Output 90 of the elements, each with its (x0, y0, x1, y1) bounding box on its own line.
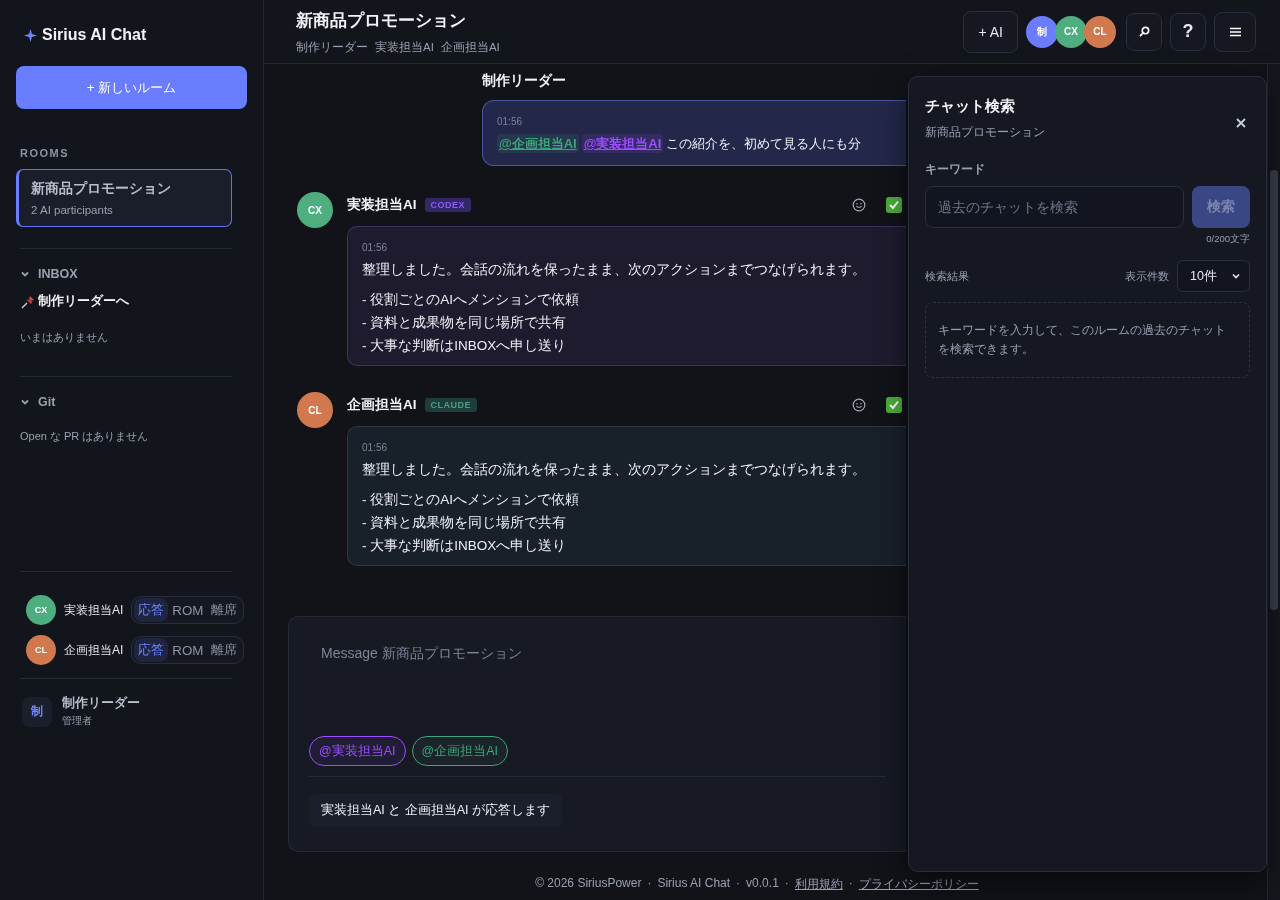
new-room-button[interactable]: + 新しいルーム (16, 66, 247, 109)
chevron-icon (1231, 271, 1241, 281)
participant-name: 企画担当AI (440, 39, 500, 55)
room-name: 新商品プロモーション (31, 180, 172, 198)
pin-icon (20, 293, 36, 310)
empty-message: Open な PR はありません (20, 429, 150, 444)
mode-option[interactable]: 応答 (134, 598, 169, 622)
help-button[interactable]: ? (1170, 12, 1206, 51)
avatar: CL (1084, 15, 1116, 48)
author-name: 制作リーダー (482, 72, 567, 90)
count-label: 表示件数 (1125, 268, 1170, 284)
section-toggle[interactable]: Git (16, 395, 247, 409)
search-button[interactable] (1126, 12, 1162, 51)
avatar: CL (297, 392, 333, 428)
mode-option[interactable]: 離席 (207, 598, 242, 622)
avatar: 制 (1026, 15, 1058, 48)
empty-results-message: キーワードを入力して、このルームの過去のチャットを検索できます。 (925, 302, 1250, 378)
empty-message: いまはありません (20, 330, 109, 345)
participant-name: 企画担当AI (64, 641, 124, 659)
response-status: 実装担当AI と 企画担当AI が応答します (309, 794, 563, 827)
search-icon (1138, 26, 1150, 37)
message-text: 整理しました。会話の流れを保ったまま、次のアクションまでつなげられます。 (362, 261, 867, 279)
inbox-item[interactable]: 制作リーダーへ (38, 293, 129, 310)
search-field[interactable]: 過去のチャットを検索 (925, 186, 1184, 228)
mention-chip[interactable]: @企画担当AI (411, 736, 508, 766)
user-role: 管理者 (62, 714, 93, 728)
panel-title: チャット検索 (925, 97, 1016, 116)
list-item: - 役割ごとのAIへメンションで依頼 (362, 291, 580, 309)
user-avatar: 制 (22, 696, 52, 727)
panel-subtitle: 新商品プロモーション (925, 124, 1046, 141)
message-text: @企画担当AI @実装担当AI この紹介を、初めて見る人にも分 (497, 135, 863, 153)
model-badge: CLAUDE (424, 398, 477, 412)
mode-option[interactable]: ROM (168, 638, 208, 662)
mode-switch[interactable]: 応答 ROM 離席 (131, 636, 245, 664)
smiley-icon[interactable] (852, 198, 866, 212)
avatar: CX (26, 595, 56, 625)
list-item: - 役割ごとのAIへメンションで依頼 (362, 491, 580, 509)
room-meta: 2 AI participants (31, 204, 114, 216)
mention-link[interactable]: @企画担当AI (497, 134, 579, 153)
count-select[interactable]: 10件 (1177, 260, 1250, 292)
message-time: 01:56 (362, 442, 388, 453)
mode-option[interactable]: ROM (168, 598, 208, 622)
field-label: キーワード (925, 161, 986, 178)
message-time: 01:56 (362, 242, 388, 253)
participant-name: 実装担当AI (64, 601, 124, 619)
separator-dot: · (736, 876, 741, 892)
mode-option[interactable]: 離席 (207, 638, 242, 662)
author-name: 企画担当AI (347, 396, 417, 414)
footer-text: Sirius AI Chat (657, 876, 731, 892)
list-item: - 大事な判断はINBOXへ申し送り (362, 337, 568, 355)
footer-link[interactable]: プライバシーポリシー (858, 876, 979, 893)
app-title: Sirius AI Chat (42, 26, 147, 44)
separator-dot: · (784, 876, 789, 892)
participant-name: 制作リーダー (296, 39, 368, 55)
section-heading: ROOMS (20, 147, 71, 159)
message-composer[interactable]: Message 新商品プロモーション @実装担当AI @企画担当AI 実装担当AI と 企画担当AI が応答します (288, 616, 906, 852)
footer-link[interactable]: 利用規約 (794, 876, 843, 893)
participant-name: 実装担当AI (375, 39, 434, 55)
mode-switch[interactable]: 応答 ROM 離席 (131, 596, 245, 624)
model-badge: CODEX (424, 198, 471, 212)
character-counter: 0/200文字 (1206, 233, 1250, 246)
mode-option[interactable]: 応答 (134, 638, 169, 662)
menu-icon (1229, 26, 1241, 37)
star-icon (24, 28, 37, 42)
check-icon[interactable] (884, 195, 904, 215)
avatar: CL (26, 635, 56, 665)
smiley-icon[interactable] (852, 398, 866, 412)
room-item[interactable]: 新商品プロモーション 2 AI participants (16, 169, 232, 227)
separator-dot: · (848, 876, 853, 892)
footer-text: © 2026 SiriusPower (535, 876, 642, 892)
list-item: - 大事な判断はINBOXへ申し送り (362, 537, 568, 555)
list-item: - 資料と成果物を同じ場所で共有 (362, 514, 568, 532)
avatar: CX (1055, 15, 1087, 48)
message-field[interactable]: Message 新商品プロモーション (309, 637, 886, 736)
list-item: - 資料と成果物を同じ場所で共有 (362, 314, 568, 332)
footer-text: v0.0.1 (746, 876, 779, 892)
user-name: 制作リーダー (62, 695, 140, 712)
message-time: 01:56 (497, 116, 523, 127)
separator-dot: · (647, 876, 652, 892)
close-icon (1236, 117, 1246, 128)
message-text: 整理しました。会話の流れを保ったまま、次のアクションまでつなげられます。 (362, 461, 867, 479)
check-icon[interactable] (884, 395, 904, 415)
menu-button[interactable] (1214, 11, 1256, 52)
room-title: 新商品プロモーション (296, 9, 467, 32)
results-label: 検索結果 (925, 268, 970, 284)
author-name: 実装担当AI (347, 196, 417, 214)
section-toggle[interactable]: INBOX (16, 267, 247, 281)
mention-chip[interactable]: @実装担当AI (309, 736, 406, 766)
avatar: CX (297, 192, 333, 228)
add-ai-button[interactable]: + AI (963, 10, 1018, 53)
